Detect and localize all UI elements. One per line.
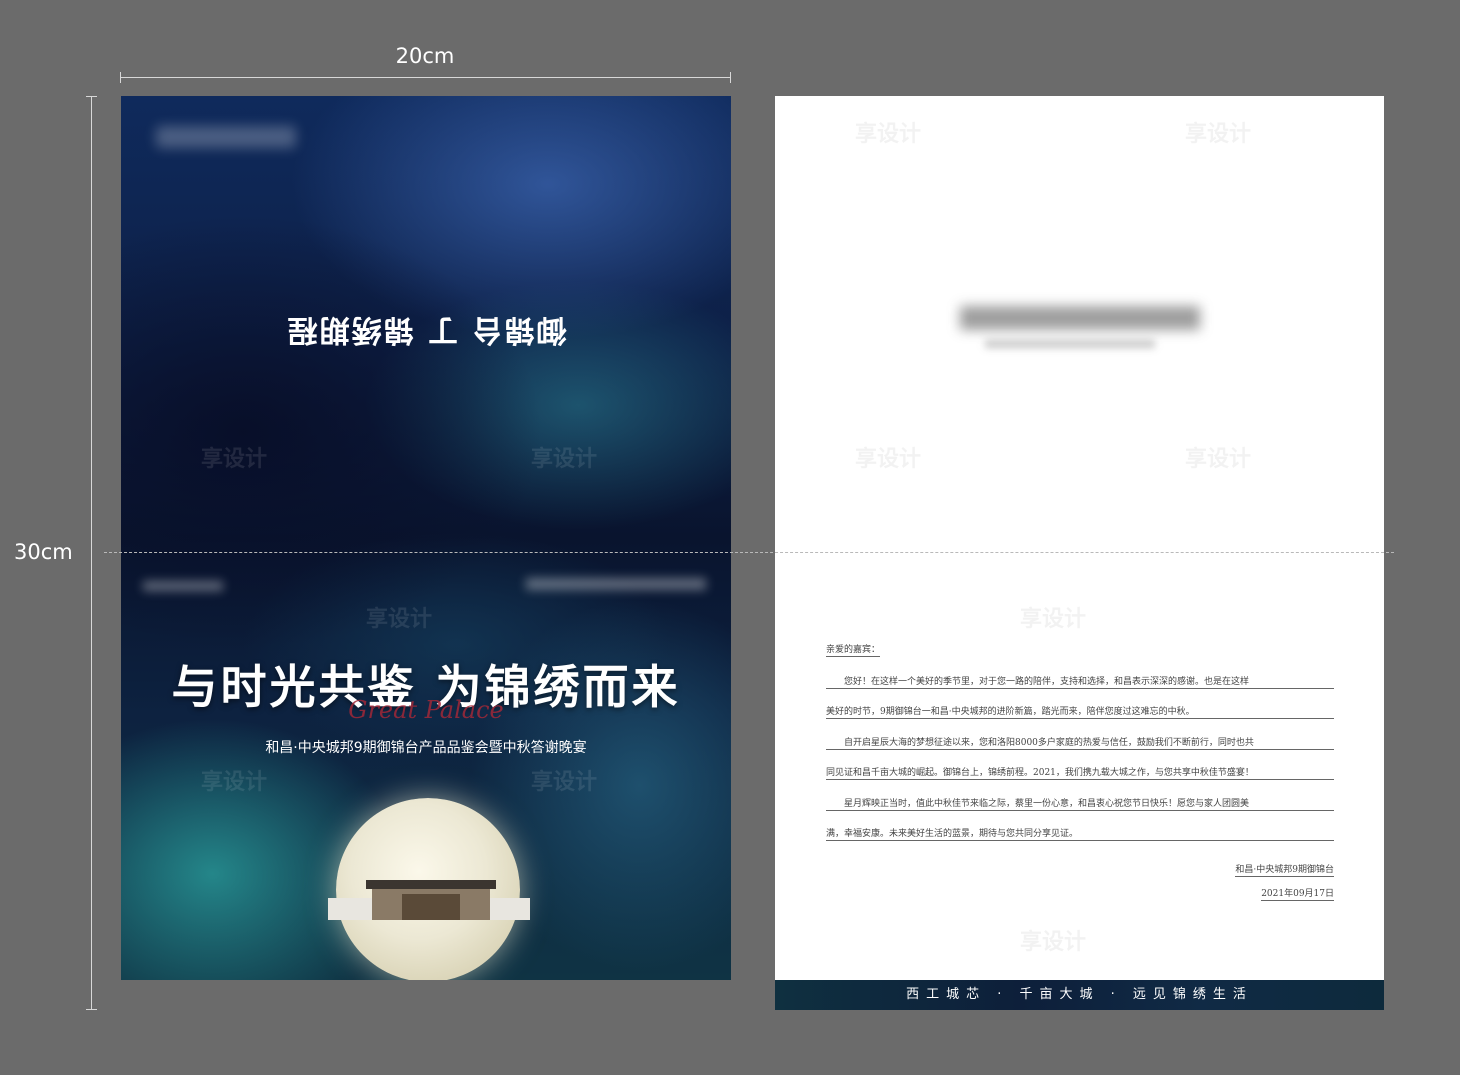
blurred-brand-right	[526, 578, 706, 590]
letter-greeting: 亲爱的嘉宾：	[826, 642, 881, 657]
blurred-letter-subtitle	[985, 340, 1155, 348]
height-dimension-tick-bottom	[86, 1009, 97, 1010]
watermark: 享设计	[531, 447, 598, 472]
invitation-cover: 享设计 享设计 享设计 享设计 享设计 御锦台 丁 锦绣期程 与时光共鉴 为锦绣…	[121, 96, 731, 980]
width-dimension-line	[120, 77, 731, 78]
watermark: 享设计	[201, 770, 268, 795]
watermark: 享设计	[531, 770, 598, 795]
letter-line: 美好的时节，9期御锦台一和昌·中央城邦的进阶新篇，踏光而来，陪伴您度过这难忘的中…	[826, 704, 1334, 719]
watermark: 享设计	[1020, 607, 1087, 632]
height-dimension-label: 30cm	[14, 540, 73, 564]
letter-line: 自开启星辰大海的梦想征途以来，您和洛阳8000多户家庭的热爱与信任，鼓励我们不断…	[826, 735, 1334, 750]
watermark: 享设计	[1185, 447, 1252, 472]
watermark: 享设计	[1185, 122, 1252, 147]
watermark: 享设计	[366, 607, 433, 632]
letter-signature: 和昌·中央城邦9期御锦台	[1235, 862, 1334, 877]
letter-line: 满，幸福安康。未来美好生活的蓝景，期待与您共同分享见证。	[826, 826, 1334, 841]
height-dimension-tick-top	[86, 96, 97, 97]
cover-inverted-title: 御锦台 丁 锦绣期程	[285, 312, 567, 347]
blurred-brand-left	[143, 581, 223, 591]
watermark: 享设计	[1020, 930, 1087, 955]
fold-line	[104, 552, 1394, 553]
letter-date: 2021年09月17日	[1261, 886, 1334, 901]
width-dimension-label: 20cm	[395, 44, 455, 68]
blurred-logo	[156, 126, 296, 148]
blurred-letter-title	[960, 306, 1200, 330]
cover-subtitle: 和昌·中央城邦9期御锦台产品品鉴会暨中秋答谢晚宴	[265, 740, 587, 756]
building-illustration	[328, 880, 530, 920]
letter-line: 同见证和昌千亩大城的崛起。御锦台上，锦绣前程。2021，我们携九载大城之作，与您…	[826, 765, 1334, 780]
watermark: 享设计	[855, 447, 922, 472]
watermark: 享设计	[201, 447, 268, 472]
watermark: 享设计	[855, 122, 922, 147]
letter-footer-banner: 西工城芯 · 千亩大城 · 远见锦绣生活	[775, 980, 1384, 1010]
width-dimension-tick-left	[120, 72, 121, 83]
letter-line: 您好！在这样一个美好的季节里，对于您一路的陪伴，支持和选择，和昌表示深深的感谢。…	[826, 674, 1334, 689]
height-dimension-line	[91, 96, 92, 1010]
width-dimension-tick-right	[730, 72, 731, 83]
invitation-letter: 享设计 享设计 享设计 享设计 享设计 享设计 亲爱的嘉宾： 您好！在这样一个美…	[775, 96, 1384, 1010]
cover-script-text: Great Palace	[348, 696, 504, 724]
letter-line: 星月辉映正当时，值此中秋佳节来临之际，蔡里一份心意，和昌衷心祝您节日快乐！愿您与…	[826, 796, 1334, 811]
